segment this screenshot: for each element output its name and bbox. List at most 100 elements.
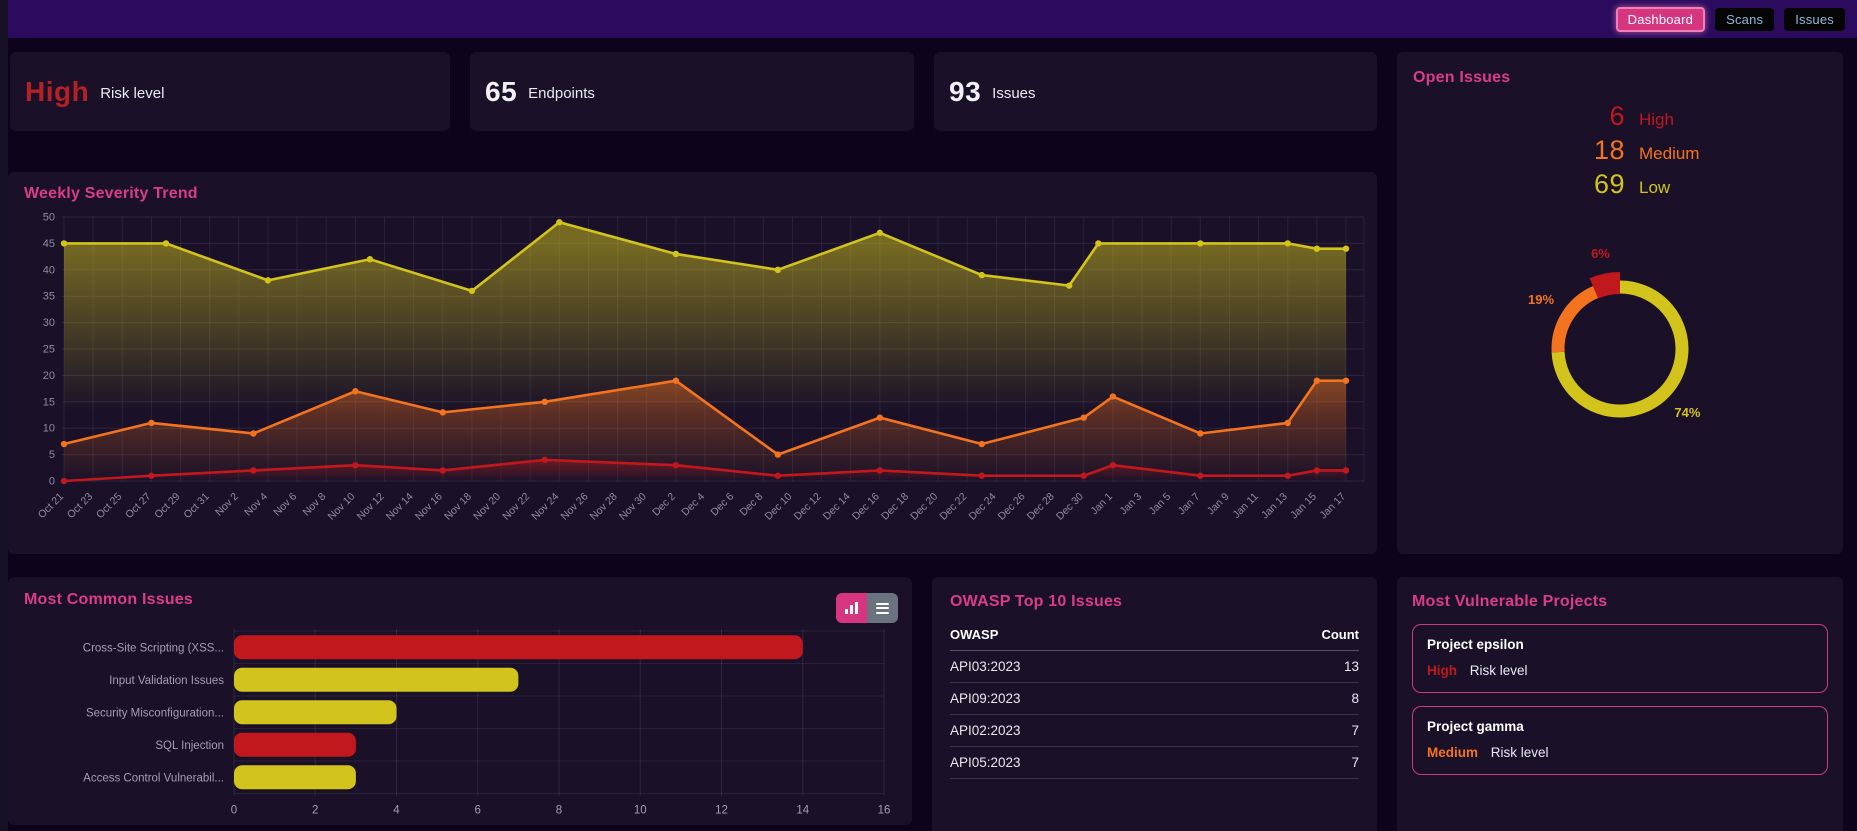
page-edge-strip	[0, 0, 8, 831]
owasp-count-cell: 8	[1217, 683, 1359, 715]
svg-text:10: 10	[43, 423, 55, 435]
svg-text:Jan 11: Jan 11	[1230, 491, 1260, 521]
nav-tab-dashboard[interactable]: Dashboard	[1616, 7, 1705, 32]
trend-data-point	[367, 256, 373, 262]
svg-text:Dec 26: Dec 26	[996, 491, 1028, 523]
trend-data-point	[61, 441, 67, 447]
trend-y-axis-labels: 05101520253035404550	[43, 212, 55, 488]
nav-tab-issues[interactable]: Issues	[1784, 8, 1845, 31]
svg-text:Oct 25: Oct 25	[94, 491, 124, 521]
trend-data-point	[542, 457, 548, 463]
svg-text:0: 0	[49, 476, 55, 488]
svg-text:Dec 18: Dec 18	[879, 491, 911, 523]
trend-data-point	[775, 451, 781, 457]
risk-level-value: High	[25, 76, 89, 108]
dashboard-page: Dashboard Scans Issues High Risk level 6…	[0, 0, 1857, 831]
trend-data-point	[250, 467, 256, 473]
open-issues-counts: 6High18Medium69 Low	[1413, 101, 1827, 203]
owasp-table-row: API02:20237	[950, 715, 1359, 747]
trend-data-point	[1285, 240, 1291, 246]
svg-text:4: 4	[393, 805, 400, 817]
svg-text:Nov 2: Nov 2	[213, 491, 241, 519]
project-risk-label: Risk level	[1470, 663, 1528, 678]
svg-text:Nov 28: Nov 28	[588, 491, 620, 523]
svg-text:Nov 30: Nov 30	[617, 491, 649, 523]
svg-text:45: 45	[43, 238, 55, 250]
trend-data-point	[775, 267, 781, 273]
open-issues-panel: Open Issues 6High18Medium69Low 74%19%6%	[1397, 52, 1843, 554]
trend-data-point	[1343, 467, 1349, 473]
project-card-epsilon[interactable]: Project epsilon High Risk level	[1412, 624, 1828, 693]
trend-data-point	[1197, 430, 1203, 436]
svg-text:Jan 17: Jan 17	[1317, 491, 1348, 522]
list-icon	[876, 600, 889, 616]
svg-text:Dec 6: Dec 6	[708, 491, 736, 519]
trend-data-point	[1314, 467, 1320, 473]
project-risk-value: Medium	[1427, 745, 1478, 760]
trend-data-point	[673, 377, 679, 383]
svg-text:40: 40	[43, 264, 55, 276]
trend-data-point	[1110, 462, 1116, 468]
bar-chart-view-button[interactable]	[836, 593, 867, 623]
donut-percent-label: 19%	[1528, 292, 1554, 307]
svg-text:Oct 29: Oct 29	[152, 491, 182, 521]
severity-donut-chart: 74%19%6%	[1470, 217, 1770, 479]
risk-level-card: High Risk level	[10, 52, 450, 131]
svg-text:Nov 26: Nov 26	[559, 491, 591, 523]
trend-data-point	[979, 272, 985, 278]
svg-text:Jan 1: Jan 1	[1088, 491, 1115, 518]
svg-text:Oct 31: Oct 31	[181, 491, 211, 521]
trend-line-chart: 05101520253035404550Oct 21Oct 23Oct 25Oc…	[24, 207, 1369, 543]
svg-text:Dec 28: Dec 28	[1025, 491, 1057, 523]
trend-data-point	[1095, 240, 1101, 246]
project-name: Project gamma	[1427, 719, 1813, 734]
trend-data-point	[1285, 420, 1291, 426]
trend-data-point	[1066, 282, 1072, 288]
svg-text:Dec 20: Dec 20	[908, 491, 940, 523]
bar-chart-icon	[844, 601, 859, 615]
trend-data-point	[877, 414, 883, 420]
issues-card: 93 Issues	[934, 52, 1377, 131]
trend-data-point	[61, 478, 67, 484]
svg-text:12: 12	[715, 805, 728, 817]
svg-text:Nov 20: Nov 20	[471, 491, 503, 523]
donut-percent-label: 74%	[1674, 405, 1700, 420]
trend-data-point	[163, 240, 169, 246]
svg-text:15: 15	[43, 396, 55, 408]
weekly-severity-trend-panel: Weekly Severity Trend 051015202530354045…	[8, 172, 1377, 554]
most-common-issues-panel: Most Common Issues Cross-Site Scripting …	[8, 577, 912, 825]
bar-5	[234, 765, 356, 789]
svg-text:Dec 4: Dec 4	[679, 491, 707, 519]
severity-label: Low	[1639, 178, 1670, 198]
svg-text:Jan 3: Jan 3	[1118, 491, 1145, 518]
svg-text:Input Validation Issues: Input Validation Issues	[109, 675, 224, 687]
list-view-button[interactable]	[867, 593, 898, 623]
trend-data-point	[979, 473, 985, 479]
open-issues-row-medium: 18Medium	[1413, 135, 1827, 169]
trend-data-point	[877, 230, 883, 236]
bar-2	[234, 668, 518, 692]
trend-data-point	[352, 388, 358, 394]
svg-text:Nov 10: Nov 10	[325, 491, 357, 523]
trend-data-point	[148, 420, 154, 426]
projects-title: Most Vulnerable Projects	[1412, 593, 1828, 611]
svg-text:Nov 24: Nov 24	[529, 491, 561, 523]
trend-data-point	[542, 399, 548, 405]
trend-data-point	[1314, 377, 1320, 383]
nav-tab-scans[interactable]: Scans	[1715, 8, 1774, 31]
trend-data-point	[440, 467, 446, 473]
open-issues-row-high: 6High	[1413, 101, 1827, 135]
severity-count: 18	[1413, 135, 1625, 166]
trend-data-point	[250, 430, 256, 436]
svg-text:Dec 16: Dec 16	[850, 491, 882, 523]
trend-data-point	[352, 462, 358, 468]
svg-text:6: 6	[475, 805, 481, 817]
trend-title: Weekly Severity Trend	[24, 185, 1377, 203]
bar-1	[234, 635, 803, 659]
chart-view-toggle	[836, 593, 898, 623]
svg-text:14: 14	[796, 805, 809, 817]
svg-text:Nov 18: Nov 18	[442, 491, 474, 523]
svg-text:Access Control Vulnerabil...: Access Control Vulnerabil...	[83, 772, 224, 784]
severity-count: 69	[1413, 169, 1625, 200]
project-card-gamma[interactable]: Project gamma Medium Risk level	[1412, 706, 1828, 775]
